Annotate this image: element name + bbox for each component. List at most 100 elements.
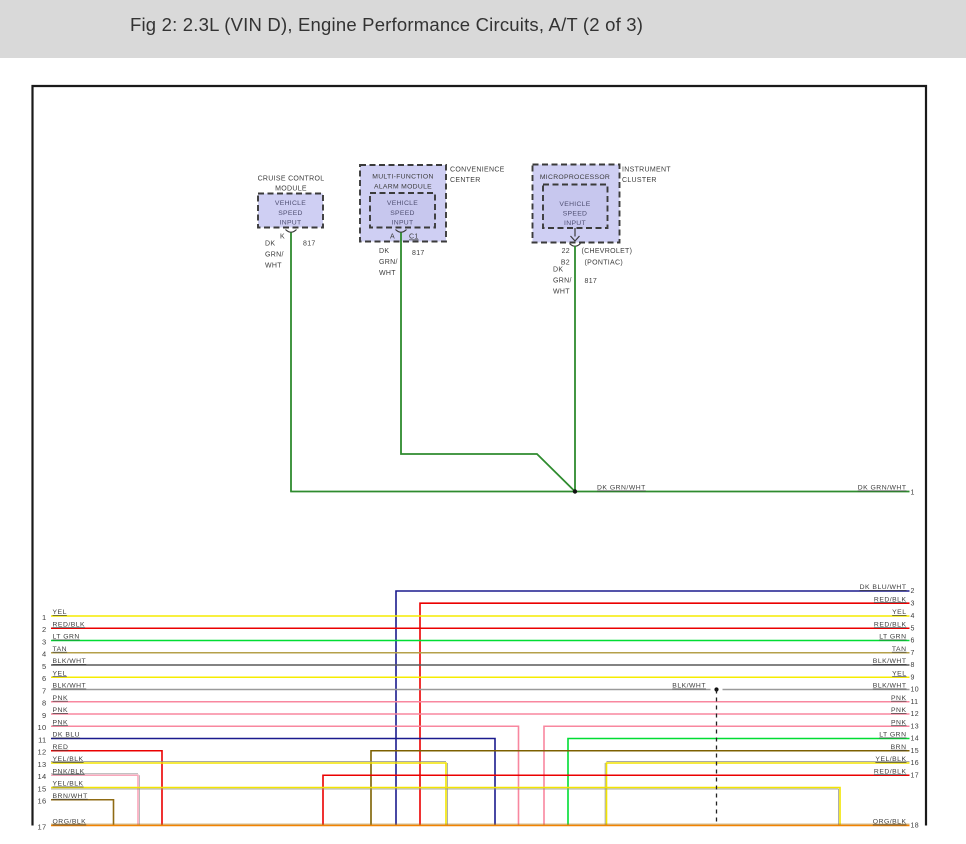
svg-text:8: 8 — [911, 662, 915, 669]
svg-text:16: 16 — [38, 797, 47, 806]
svg-text:VEHICLE: VEHICLE — [559, 201, 590, 208]
svg-text:RED/BLK: RED/BLK — [874, 596, 907, 603]
svg-text:BRN: BRN — [891, 744, 907, 751]
svg-text:PNK: PNK — [891, 707, 906, 714]
svg-text:B2: B2 — [561, 260, 570, 267]
svg-text:22: 22 — [562, 248, 570, 255]
svg-text:VEHICLE: VEHICLE — [387, 200, 418, 207]
svg-text:15: 15 — [911, 748, 919, 755]
svg-text:MICROPROCESSOR: MICROPROCESSOR — [540, 174, 610, 181]
svg-text:DK: DK — [379, 248, 389, 255]
svg-text:CLUSTER: CLUSTER — [622, 177, 657, 184]
svg-text:PNK: PNK — [53, 719, 68, 726]
svg-text:9: 9 — [911, 674, 915, 681]
svg-text:14: 14 — [911, 736, 919, 743]
svg-text:ALARM MODULE: ALARM MODULE — [374, 184, 432, 191]
svg-text:2: 2 — [911, 588, 915, 595]
svg-text:YEL: YEL — [892, 670, 906, 677]
svg-text:YEL/BLK: YEL/BLK — [875, 756, 906, 763]
svg-text:1: 1 — [42, 613, 46, 622]
svg-text:9: 9 — [42, 711, 46, 720]
svg-text:12: 12 — [911, 711, 919, 718]
svg-text:TAN: TAN — [892, 646, 907, 653]
svg-text:RED/BLK: RED/BLK — [53, 621, 86, 628]
svg-text:5: 5 — [911, 625, 915, 632]
svg-text:DK GRN/WHT: DK GRN/WHT — [858, 485, 907, 492]
svg-text:817: 817 — [303, 241, 316, 248]
svg-text:SPEED: SPEED — [390, 210, 415, 217]
svg-text:SPEED: SPEED — [278, 210, 303, 217]
svg-text:WHT: WHT — [553, 289, 570, 296]
svg-text:18: 18 — [911, 823, 919, 830]
svg-text:(PONTIAC): (PONTIAC) — [585, 260, 623, 267]
svg-text:PNK: PNK — [53, 695, 68, 702]
svg-text:CENTER: CENTER — [450, 177, 481, 184]
svg-text:8: 8 — [42, 699, 46, 708]
svg-text:11: 11 — [911, 699, 919, 706]
svg-text:17: 17 — [911, 772, 919, 779]
svg-text:16: 16 — [911, 760, 919, 767]
svg-text:MODULE: MODULE — [275, 186, 307, 193]
svg-text:DK GRN/WHT: DK GRN/WHT — [597, 485, 646, 492]
svg-text:GRN/: GRN/ — [379, 259, 398, 266]
svg-text:YEL: YEL — [892, 609, 906, 616]
svg-text:INPUT: INPUT — [564, 220, 586, 227]
svg-text:TAN: TAN — [53, 646, 68, 653]
svg-text:VEHICLE: VEHICLE — [275, 200, 306, 207]
svg-text:WHT: WHT — [265, 263, 282, 270]
svg-text:PNK: PNK — [53, 707, 68, 714]
svg-text:6: 6 — [911, 638, 915, 645]
svg-text:ORG/BLK: ORG/BLK — [873, 819, 907, 826]
svg-text:11: 11 — [38, 735, 46, 744]
svg-text:15: 15 — [38, 784, 47, 793]
svg-text:4: 4 — [42, 650, 46, 659]
svg-text:GRN/: GRN/ — [553, 278, 572, 285]
svg-text:C1: C1 — [409, 234, 419, 241]
svg-text:BLK/WHT: BLK/WHT — [53, 658, 87, 665]
svg-text:12: 12 — [38, 748, 47, 757]
svg-text:13: 13 — [911, 723, 919, 730]
svg-text:6: 6 — [42, 674, 46, 683]
svg-text:ORG/BLK: ORG/BLK — [53, 819, 87, 826]
svg-text:7: 7 — [911, 650, 915, 657]
svg-text:LT GRN: LT GRN — [53, 634, 80, 641]
svg-text:INPUT: INPUT — [280, 220, 302, 227]
svg-text:LT GRN: LT GRN — [879, 634, 906, 641]
svg-text:GRN/: GRN/ — [265, 252, 284, 259]
svg-text:4: 4 — [911, 613, 915, 620]
svg-text:(CHEVROLET): (CHEVROLET) — [582, 248, 633, 255]
svg-text:817: 817 — [585, 278, 598, 285]
svg-text:YEL/BLK: YEL/BLK — [53, 756, 84, 763]
svg-text:LT GRN: LT GRN — [879, 732, 906, 739]
svg-text:INPUT: INPUT — [392, 220, 414, 227]
svg-text:BLK/WHT: BLK/WHT — [672, 683, 706, 690]
svg-text:DK: DK — [553, 267, 563, 274]
svg-text:14: 14 — [38, 772, 47, 781]
svg-text:DK: DK — [265, 241, 275, 248]
svg-text:10: 10 — [38, 723, 47, 732]
svg-text:DK BLU/WHT: DK BLU/WHT — [860, 584, 907, 591]
svg-text:YEL: YEL — [53, 670, 67, 677]
svg-text:13: 13 — [38, 760, 47, 769]
svg-text:RED/BLK: RED/BLK — [874, 621, 907, 628]
svg-text:PNK: PNK — [891, 695, 906, 702]
svg-text:BLK/WHT: BLK/WHT — [873, 683, 907, 690]
svg-text:2: 2 — [42, 625, 46, 634]
svg-text:7: 7 — [42, 686, 46, 695]
svg-text:YEL: YEL — [53, 609, 67, 616]
svg-text:3: 3 — [911, 600, 915, 607]
svg-text:817: 817 — [412, 250, 425, 257]
svg-text:BLK/WHT: BLK/WHT — [873, 658, 907, 665]
svg-text:CONVENIENCE: CONVENIENCE — [450, 167, 505, 174]
svg-text:1: 1 — [911, 490, 915, 497]
svg-text:A: A — [390, 234, 395, 241]
svg-text:RED/BLK: RED/BLK — [874, 768, 907, 775]
svg-text:YEL/BLK: YEL/BLK — [53, 781, 84, 788]
svg-text:WHT: WHT — [379, 270, 396, 277]
svg-text:BRN/WHT: BRN/WHT — [53, 793, 88, 800]
svg-text:MULTI-FUNCTION: MULTI-FUNCTION — [372, 174, 433, 181]
svg-text:PNK: PNK — [891, 719, 906, 726]
svg-text:3: 3 — [42, 637, 46, 646]
svg-text:10: 10 — [911, 687, 919, 694]
svg-text:5: 5 — [42, 662, 46, 671]
